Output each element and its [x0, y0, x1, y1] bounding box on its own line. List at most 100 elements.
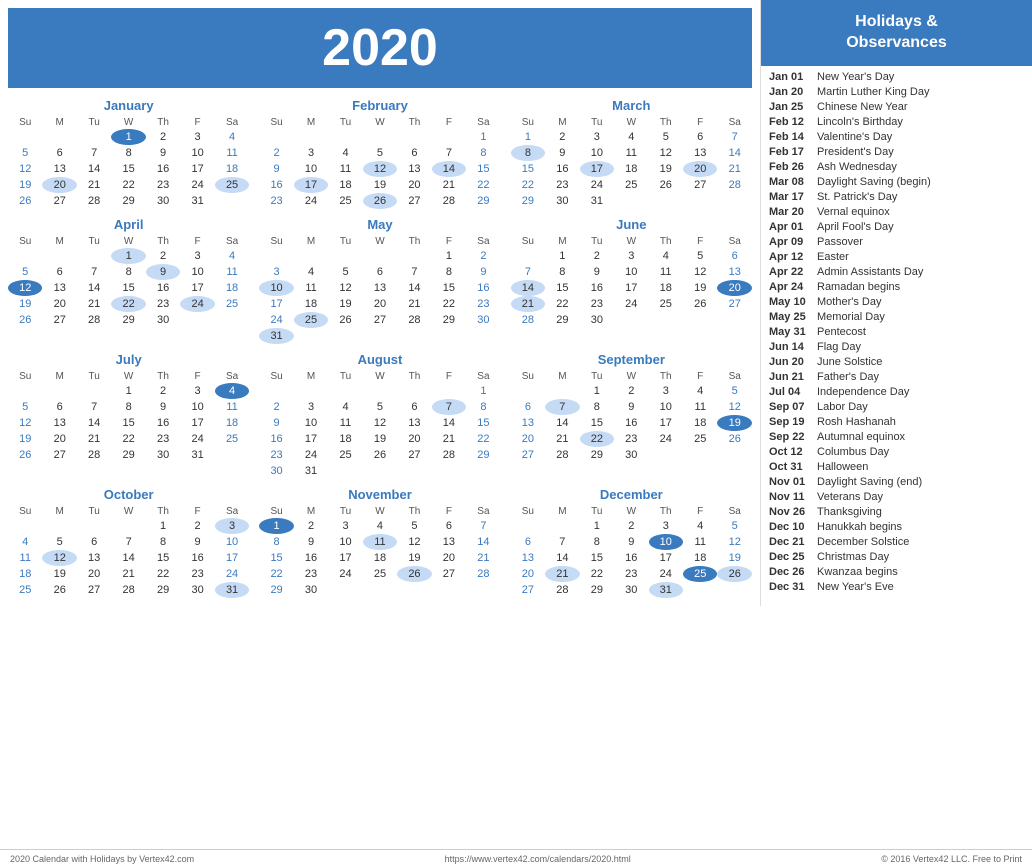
calendar-day: 29: [111, 447, 145, 463]
holiday-date: Dec 21: [769, 536, 817, 548]
calendar-day: 18: [328, 431, 362, 447]
day-header: Su: [8, 370, 42, 383]
day-header: W: [614, 116, 648, 129]
day-header: F: [180, 116, 214, 129]
holiday-date: Jun 20: [769, 356, 817, 368]
holiday-date: Apr 12: [769, 251, 817, 263]
calendar-day: 3: [328, 518, 362, 534]
calendar-day: 9: [614, 534, 648, 550]
month-block: AugustSuMTuWThFSa12345678910111213141516…: [259, 352, 500, 479]
holiday-item: Jun 21Father's Day: [769, 370, 1024, 385]
calendar-day: 7: [111, 534, 145, 550]
calendar-day: [42, 383, 76, 399]
calendar-day: 17: [294, 177, 328, 193]
calendar-day: 25: [328, 193, 362, 209]
calendar-day: 2: [259, 145, 293, 161]
day-header: M: [42, 235, 76, 248]
holiday-item: Jan 25Chinese New Year: [769, 100, 1024, 115]
calendar-day: 27: [77, 582, 111, 598]
calendar-day: 6: [511, 534, 545, 550]
holiday-name: Valentine's Day: [817, 131, 892, 143]
holiday-item: Oct 31Halloween: [769, 460, 1024, 475]
calendar-day: 26: [397, 566, 431, 582]
calendar-day: 24: [259, 312, 293, 328]
month-title: September: [511, 352, 752, 367]
calendar-day: 23: [180, 566, 214, 582]
calendar-day: [363, 129, 397, 145]
calendar-day: 21: [397, 296, 431, 312]
calendar-day: 8: [259, 534, 293, 550]
calendar-day: 9: [466, 264, 501, 280]
day-header: Sa: [466, 505, 501, 518]
calendar-day: [328, 383, 362, 399]
calendar-day: 7: [397, 264, 431, 280]
calendar-day: 19: [717, 550, 752, 566]
holiday-item: Sep 19Rosh Hashanah: [769, 415, 1024, 430]
calendar-day: 27: [42, 447, 76, 463]
calendar-day: 25: [683, 566, 717, 582]
calendar-day: 3: [294, 399, 328, 415]
day-header: Sa: [717, 116, 752, 129]
day-header: Su: [511, 116, 545, 129]
calendar-day: 25: [215, 296, 250, 312]
calendar-day: [545, 383, 579, 399]
day-header: Su: [259, 235, 293, 248]
calendar-day: 15: [146, 550, 180, 566]
calendar-day: 26: [683, 296, 717, 312]
calendar-day: 27: [42, 193, 76, 209]
holiday-date: May 25: [769, 311, 817, 323]
holiday-item: Sep 22Autumnal equinox: [769, 430, 1024, 445]
calendar-day: 7: [77, 264, 111, 280]
calendar-day: [432, 463, 466, 479]
month-title: March: [511, 98, 752, 113]
calendar-day: 8: [580, 399, 614, 415]
holiday-date: Dec 26: [769, 566, 817, 578]
day-header: F: [683, 370, 717, 383]
holiday-item: Apr 12Easter: [769, 250, 1024, 265]
calendar-day: 10: [294, 161, 328, 177]
calendar-day: 6: [683, 129, 717, 145]
calendar-day: 17: [649, 415, 683, 431]
holiday-name: New Year's Eve: [817, 581, 894, 593]
calendar-day: 27: [683, 177, 717, 193]
calendar-day: 27: [717, 296, 752, 312]
calendar-day: 21: [77, 296, 111, 312]
calendar-day: 24: [614, 296, 648, 312]
calendar-day: 25: [683, 431, 717, 447]
calendar-day: [614, 312, 648, 328]
holiday-name: Halloween: [817, 461, 868, 473]
calendar-day: 30: [294, 582, 328, 598]
calendar-day: 24: [180, 177, 214, 193]
calendar-day: 21: [77, 431, 111, 447]
holiday-name: Vernal equinox: [817, 206, 890, 218]
day-header: F: [180, 370, 214, 383]
day-header: Th: [649, 116, 683, 129]
calendar-day: 26: [8, 447, 42, 463]
calendar-day: 9: [180, 534, 214, 550]
day-header: Su: [8, 505, 42, 518]
calendar-day: [259, 129, 293, 145]
calendar-day: 4: [215, 129, 250, 145]
month-table: SuMTuWThFSa12345678910111213141516171819…: [511, 235, 752, 328]
calendar-day: 27: [363, 312, 397, 328]
calendar-day: 28: [511, 312, 545, 328]
calendar-day: 26: [363, 447, 397, 463]
day-header: W: [363, 235, 397, 248]
calendar-day: 15: [432, 280, 466, 296]
calendar-day: 27: [432, 566, 466, 582]
calendar-day: [294, 129, 328, 145]
calendar-day: [328, 328, 362, 344]
calendar-day: 20: [363, 296, 397, 312]
calendar-day: 1: [580, 518, 614, 534]
calendar-day: 12: [717, 399, 752, 415]
calendar-day: 4: [328, 145, 362, 161]
day-header: Sa: [717, 505, 752, 518]
calendar-day: 18: [8, 566, 42, 582]
holiday-list: Jan 01New Year's DayJan 20Martin Luther …: [761, 66, 1032, 599]
calendar-day: 1: [466, 383, 501, 399]
calendar-day: [432, 383, 466, 399]
calendar-day: [8, 129, 42, 145]
calendar-day: 25: [215, 177, 250, 193]
holiday-name: April Fool's Day: [817, 221, 894, 233]
holiday-name: Daylight Saving (end): [817, 476, 922, 488]
